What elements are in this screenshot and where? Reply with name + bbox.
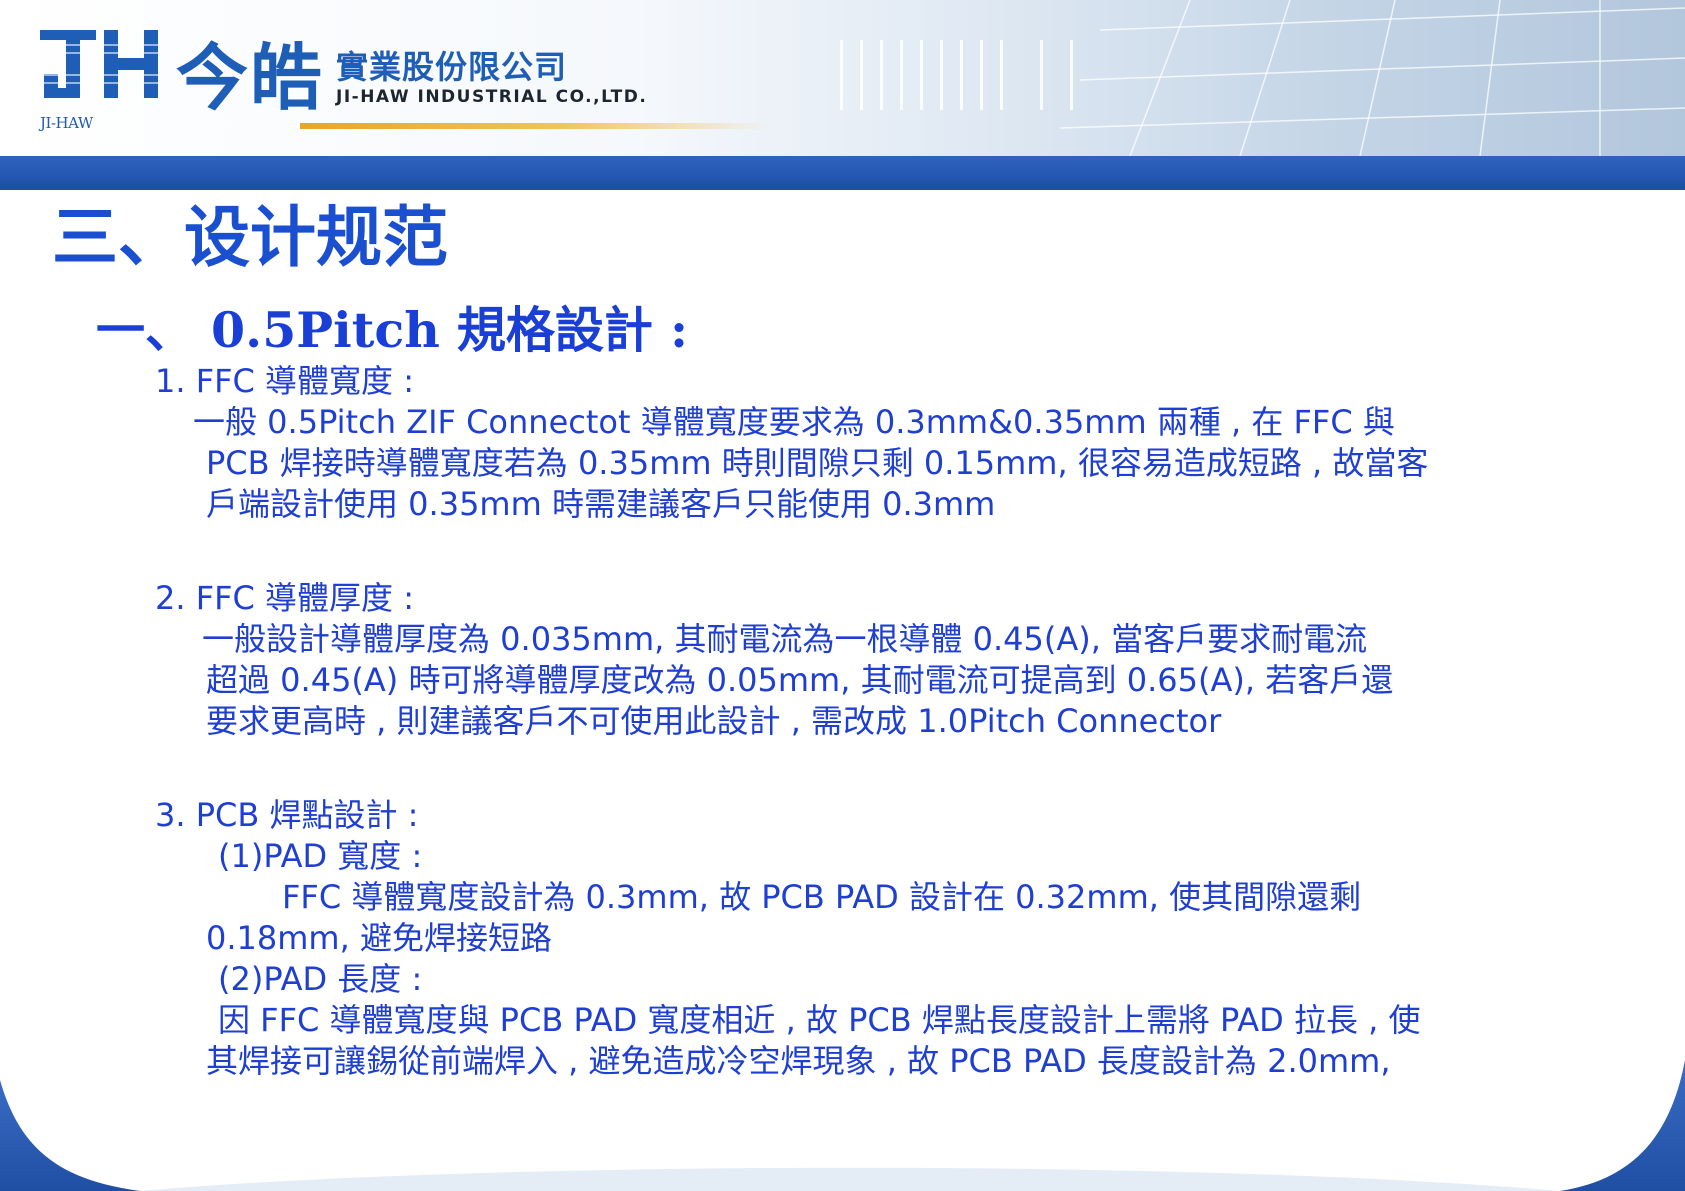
item-heading-3: 3. PCB 焊點設計 : bbox=[155, 796, 419, 834]
body-line: PCB 焊接時導體寬度若為 0.35mm 時則間隙只剩 0.15mm, 很容易造… bbox=[206, 444, 1429, 482]
body-line: 一般設計導體厚度為 0.035mm, 其耐電流為一根導體 0.45(A), 當客… bbox=[202, 620, 1368, 658]
sub-heading-pad-length: (2)PAD 長度 : bbox=[218, 960, 423, 998]
sub-heading-pad-width: (1)PAD 寬度 : bbox=[218, 837, 423, 875]
body-line: 一般 0.5Pitch ZIF Connectot 導體寬度要求為 0.3mm&… bbox=[193, 403, 1395, 441]
section-title: 一、 0.5Pitch 規格設計 : bbox=[96, 301, 689, 359]
body-line: 因 FFC 導體寬度與 PCB PAD 寬度相近 , 故 PCB 焊點長度設計上… bbox=[218, 1001, 1421, 1039]
company-name-cn-full: 實業股份限公司 bbox=[336, 48, 568, 86]
item-heading-2: 2. FFC 導體厚度 : bbox=[155, 579, 414, 617]
company-name-en: JI-HAW INDUSTRIAL CO.,LTD. bbox=[336, 87, 648, 107]
ji-haw-logo-icon bbox=[40, 30, 164, 98]
slide-header: JI-HAW 今皓 實業股份限公司 JI-HAW INDUSTRIAL CO.,… bbox=[0, 0, 1685, 156]
body-line: FFC 導體寬度設計為 0.3mm, 故 PCB PAD 設計在 0.32mm,… bbox=[282, 878, 1362, 916]
item-heading-1: 1. FFC 導體寬度 : bbox=[155, 362, 414, 400]
page-title: 三、设计规范 bbox=[52, 199, 448, 276]
body-line: 0.18mm, 避免焊接短路 bbox=[206, 919, 552, 957]
body-line: 戶端設計使用 0.35mm 時需建議客戶只能使用 0.3mm bbox=[206, 485, 996, 523]
logo-subtext: JI-HAW bbox=[40, 114, 93, 132]
body-line: 要求更高時 , 則建議客戶不可使用此設計 , 需改成 1.0Pitch Conn… bbox=[206, 702, 1222, 740]
header-accent-line bbox=[300, 123, 770, 129]
header-bar bbox=[0, 156, 1685, 190]
footer-curve-decoration bbox=[0, 1060, 1685, 1191]
company-name-cn: 今皓 bbox=[176, 36, 325, 120]
body-line: 超過 0.45(A) 時可將導體厚度改為 0.05mm, 其耐電流可提高到 0.… bbox=[206, 661, 1394, 699]
